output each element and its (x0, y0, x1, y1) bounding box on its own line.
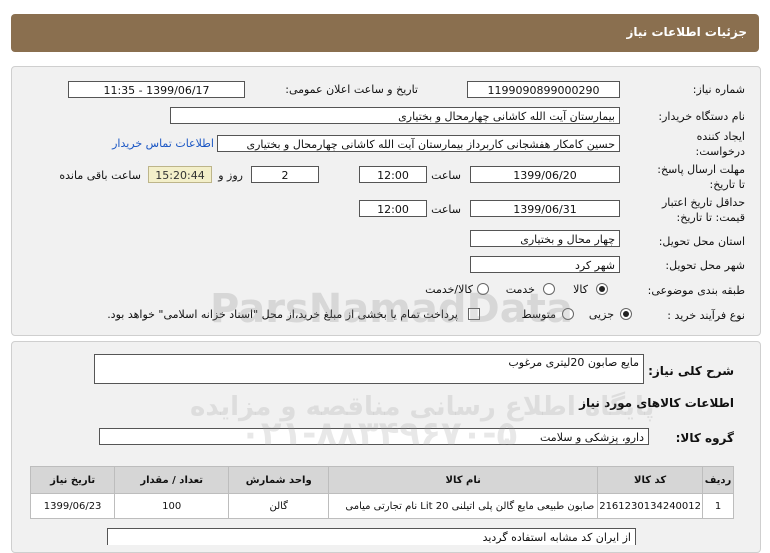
price-validity-label-line1: حداقل تاریخ اعتبار (661, 196, 745, 209)
purchase-radio-minor[interactable] (620, 308, 632, 320)
need-number-field: 1199090899000290 (467, 81, 620, 98)
category-label: طبقه بندی موضوعی: (647, 284, 745, 297)
buyer-contact-link[interactable]: اطلاعات تماس خریدار (112, 137, 214, 150)
buyer-notes-field: از ایران کد مشابه استفاده گردید (107, 528, 636, 545)
category-option-goods: کالا (573, 283, 588, 296)
need-number-label: شماره نیاز: (692, 83, 745, 96)
table-row: 1 2161230134240012 صابون طبیعی مایع گالن… (29, 493, 734, 519)
province-label: استان محل تحویل: (658, 235, 745, 248)
creator-label-line1: ایجاد کننده (696, 130, 745, 143)
watermark-line2: ۰۲۱-۸۸۳۴۹۶۷۰-۵ (240, 414, 518, 454)
countdown-timer: 15:20:44 (148, 166, 212, 183)
category-radio-goods[interactable] (596, 283, 608, 295)
price-validity-label-line2: قیمت: تا تاریخ: (676, 211, 745, 224)
creator-field: حسین کامکار هفشجانی کاربرداز بیمارستان آ… (217, 135, 620, 152)
city-label: شهر محل تحویل: (665, 259, 745, 272)
col-need-date: تاریخ نیاز (29, 466, 116, 494)
summary-label: شرح کلی نیاز: (648, 364, 734, 378)
remaining-hours-label: ساعت باقی مانده (59, 169, 141, 182)
creator-label-line2: درخواست: (695, 145, 745, 158)
buyer-org-label: نام دستگاه خریدار: (658, 110, 745, 123)
col-goods-code: کد کالا (597, 466, 703, 494)
page-title: جزئیات اطلاعات نیاز (626, 25, 747, 39)
goods-group-label: گروه کالا: (675, 431, 734, 445)
cell-need-date: 1399/06/23 (29, 493, 116, 519)
cell-goods-name: صابون طبیعی مایع گالن پلی اتیلنی 20 Lit … (328, 493, 599, 519)
col-quantity: تعداد / مقدار (114, 466, 230, 494)
col-goods-name: نام کالا (328, 466, 599, 494)
col-row-number: ردیف (702, 466, 734, 494)
cell-unit: گالن (228, 493, 330, 519)
goods-table-header: ردیف کد کالا نام کالا واحد شمارش تعداد /… (29, 466, 734, 494)
goods-table: ردیف کد کالا نام کالا واحد شمارش تعداد /… (29, 466, 734, 519)
reply-deadline-time: 12:00 (359, 166, 427, 183)
page-header: جزئیات اطلاعات نیاز (11, 14, 759, 52)
watermark-brand: ParsNamadData (210, 286, 573, 332)
reply-time-label: ساعت (431, 169, 461, 182)
city-field: شهر کرد (470, 256, 620, 273)
purchase-type-label: نوع فرآیند خرید : (667, 309, 745, 322)
province-field: چهار محال و بختیاری (470, 230, 620, 247)
days-label: روز و (218, 169, 243, 182)
validity-time-label: ساعت (431, 203, 461, 216)
cell-row-number: 1 (702, 493, 734, 519)
col-unit: واحد شمارش (228, 466, 330, 494)
announce-datetime-label: تاریخ و ساعت اعلان عمومی: (285, 83, 418, 96)
cell-quantity: 100 (114, 493, 230, 519)
reply-deadline-label-line2: تا تاریخ: (709, 178, 745, 191)
summary-field: مایع صابون 20لیتری مرغوب (94, 354, 644, 384)
cell-goods-code: 2161230134240012 (597, 493, 703, 519)
buyer-org-field: بیمارستان آیت الله کاشانی چهارمحال و بخت… (170, 107, 620, 124)
remaining-days-field: 2 (251, 166, 319, 183)
reply-deadline-date: 1399/06/20 (470, 166, 620, 183)
reply-deadline-label-line1: مهلت ارسال پاسخ: (657, 163, 745, 176)
price-validity-time: 12:00 (359, 200, 427, 217)
price-validity-date: 1399/06/31 (470, 200, 620, 217)
purchase-option-minor: جزیی (588, 308, 614, 321)
announce-datetime-field: 1399/06/17 - 11:35 (68, 81, 245, 98)
